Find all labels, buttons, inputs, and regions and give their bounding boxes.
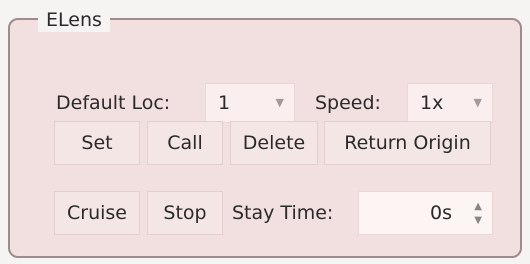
group-title: ELens [38, 8, 110, 32]
delete-button[interactable]: Delete [230, 121, 318, 165]
arrow-up-icon[interactable]: ▲ [474, 202, 482, 212]
default-loc-select[interactable]: 1 ▼ [205, 83, 295, 123]
stay-time-label: Stay Time: [232, 202, 334, 224]
stay-time-spinbox[interactable]: 0s ▲ ▼ [358, 191, 493, 235]
speed-label: Speed: [315, 92, 381, 114]
cruise-button[interactable]: Cruise [54, 191, 140, 235]
speed-value: 1x [420, 92, 444, 114]
call-button[interactable]: Call [147, 121, 223, 165]
chevron-down-icon: ▼ [275, 96, 284, 109]
chevron-down-icon: ▼ [473, 96, 482, 109]
speed-select[interactable]: 1x ▼ [407, 83, 493, 123]
set-button[interactable]: Set [54, 121, 140, 165]
stop-button[interactable]: Stop [147, 191, 223, 235]
default-loc-value: 1 [218, 92, 231, 114]
return-origin-button[interactable]: Return Origin [324, 121, 491, 165]
default-loc-label: Default Loc: [56, 92, 171, 114]
stay-time-value: 0s [430, 202, 452, 224]
arrow-down-icon[interactable]: ▼ [474, 216, 482, 226]
